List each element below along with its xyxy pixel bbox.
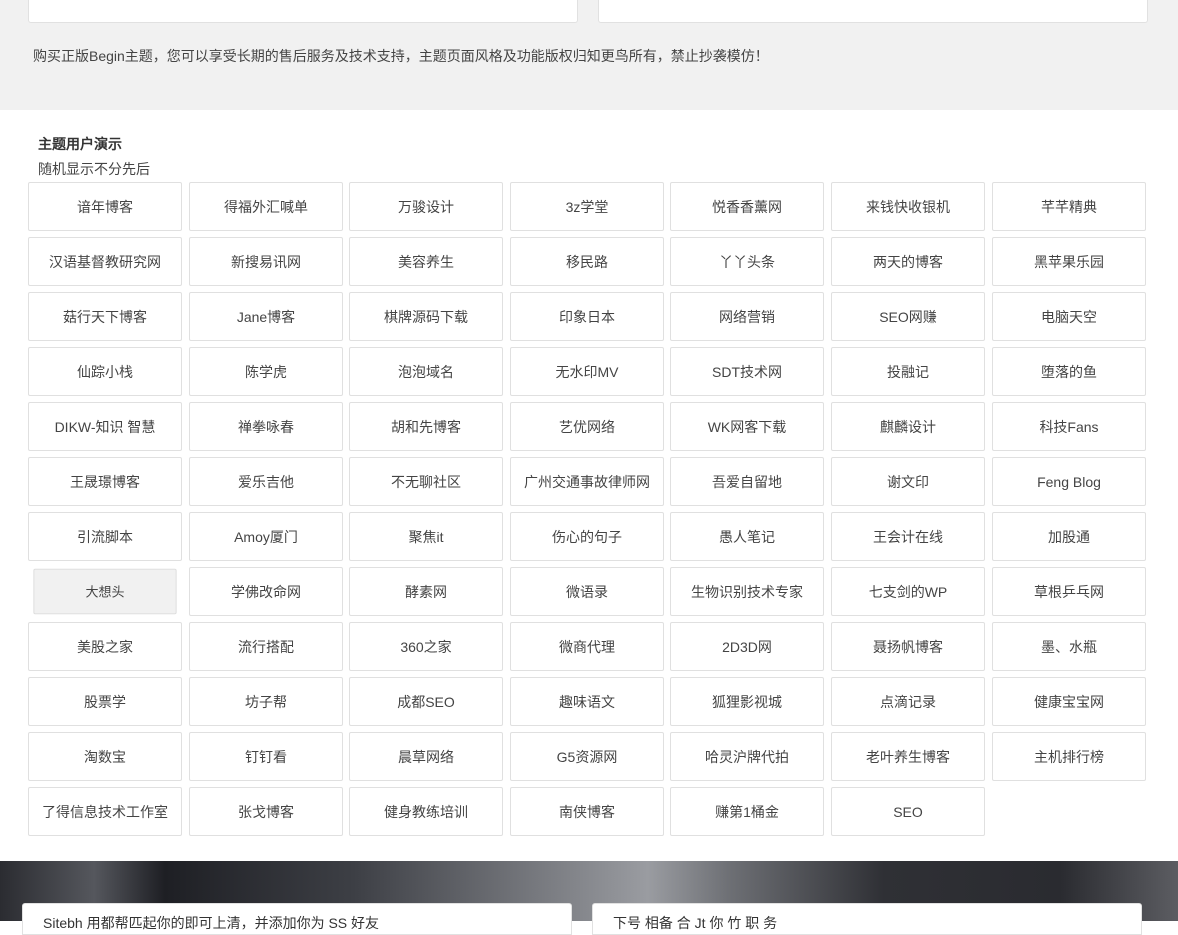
site-link[interactable]: 汉语基督教研究网 [28, 237, 182, 286]
site-link[interactable]: 胡和先博客 [349, 402, 503, 451]
site-link[interactable]: 科技Fans [992, 402, 1146, 451]
site-link[interactable]: 来钱快收银机 [831, 182, 985, 231]
site-link[interactable]: 酵素网 [349, 567, 503, 616]
site-link[interactable]: 丫丫头条 [670, 237, 824, 286]
site-link[interactable]: SEO [831, 787, 985, 836]
site-link[interactable]: 了得信息技术工作室 [28, 787, 182, 836]
bottom-card-right-text: 下号 相备 合 Jt 你 竹 职 务 [613, 915, 778, 931]
site-link[interactable]: 草根乒乓网 [992, 567, 1146, 616]
site-link[interactable]: WK网客下载 [670, 402, 824, 451]
site-link[interactable]: 得福外汇喊单 [189, 182, 343, 231]
site-link[interactable]: 艺优网络 [510, 402, 664, 451]
site-link[interactable]: 狐狸影视城 [670, 677, 824, 726]
purchase-notice-band: 购买正版Begin主题，您可以享受长期的售后服务及技术支持，主题页面风格及功能版… [0, 0, 1178, 110]
site-link[interactable]: 王会计在线 [831, 512, 985, 561]
site-link[interactable]: SDT技术网 [670, 347, 824, 396]
site-link[interactable]: 仙踪小栈 [28, 347, 182, 396]
site-link[interactable]: 淘数宝 [28, 732, 182, 781]
site-link[interactable]: 墨、水瓶 [992, 622, 1146, 671]
site-link[interactable]: 新搜易讯网 [189, 237, 343, 286]
bottom-card-left-text: Sitebh 用都帮匹起你的即可上清，并添加你为 SS 好友 [43, 915, 380, 931]
site-link[interactable]: Feng Blog [992, 457, 1146, 506]
site-link[interactable]: 禅拳咏春 [189, 402, 343, 451]
site-link[interactable]: 健身教练培训 [349, 787, 503, 836]
site-link[interactable]: 吾爱自留地 [670, 457, 824, 506]
feature-card-right [598, 0, 1148, 23]
site-link[interactable]: 广州交通事故律师网 [510, 457, 664, 506]
site-link[interactable]: 哈灵沪牌代拍 [670, 732, 824, 781]
purchase-notice: 购买正版Begin主题，您可以享受长期的售后服务及技术支持，主题页面风格及功能版… [33, 48, 769, 64]
site-link[interactable]: 芊芊精典 [992, 182, 1146, 231]
site-link[interactable]: 南侠博客 [510, 787, 664, 836]
site-link[interactable]: 2D3D网 [670, 622, 824, 671]
site-link[interactable]: 微语录 [510, 567, 664, 616]
site-link[interactable]: 聚焦it [349, 512, 503, 561]
bottom-card-left[interactable]: Sitebh 用都帮匹起你的即可上清，并添加你为 SS 好友 [22, 903, 572, 935]
site-link[interactable]: 微商代理 [510, 622, 664, 671]
site-link[interactable]: 大想头 [33, 568, 177, 615]
site-link[interactable]: 引流脚本 [28, 512, 182, 561]
site-link[interactable]: 点滴记录 [831, 677, 985, 726]
site-link[interactable]: 谢文印 [831, 457, 985, 506]
section-subtitle: 随机显示不分先后 [38, 161, 150, 177]
site-link[interactable]: 主机排行榜 [992, 732, 1146, 781]
site-link[interactable]: 老叶养生博客 [831, 732, 985, 781]
site-link[interactable]: 两天的博客 [831, 237, 985, 286]
site-link[interactable]: 棋牌源码下载 [349, 292, 503, 341]
site-link[interactable]: G5资源网 [510, 732, 664, 781]
site-link[interactable]: 赚第1桶金 [670, 787, 824, 836]
site-link[interactable]: 美容养生 [349, 237, 503, 286]
site-link[interactable]: 泡泡域名 [349, 347, 503, 396]
site-link[interactable]: 堕落的鱼 [992, 347, 1146, 396]
site-link[interactable]: 健康宝宝网 [992, 677, 1146, 726]
site-link[interactable]: 电脑天空 [992, 292, 1146, 341]
site-link[interactable]: 加股通 [992, 512, 1146, 561]
site-link[interactable]: 张戈博客 [189, 787, 343, 836]
site-link[interactable]: 麒麟设计 [831, 402, 985, 451]
site-link[interactable]: 360之家 [349, 622, 503, 671]
site-link[interactable]: 爱乐吉他 [189, 457, 343, 506]
feature-card-left [28, 0, 578, 23]
site-link[interactable]: 陈学虎 [189, 347, 343, 396]
site-link[interactable]: 流行搭配 [189, 622, 343, 671]
site-link[interactable]: Jane博客 [189, 292, 343, 341]
site-link[interactable]: 不无聊社区 [349, 457, 503, 506]
site-link[interactable]: 3z学堂 [510, 182, 664, 231]
site-link[interactable]: 聂扬帆博客 [831, 622, 985, 671]
site-link[interactable]: 谙年博客 [28, 182, 182, 231]
site-link[interactable]: 股票学 [28, 677, 182, 726]
site-link[interactable]: 投融记 [831, 347, 985, 396]
site-link[interactable]: 移民路 [510, 237, 664, 286]
site-link[interactable]: SEO网赚 [831, 292, 985, 341]
site-link[interactable]: 网络营销 [670, 292, 824, 341]
site-link[interactable]: 黑苹果乐园 [992, 237, 1146, 286]
site-link[interactable]: 愚人笔记 [670, 512, 824, 561]
site-link[interactable]: 七支剑的WP [831, 567, 985, 616]
site-link[interactable]: 钉钉看 [189, 732, 343, 781]
site-link[interactable]: 趣味语文 [510, 677, 664, 726]
site-link[interactable]: 成都SEO [349, 677, 503, 726]
site-link[interactable]: 学佛改命网 [189, 567, 343, 616]
site-link[interactable]: 美股之家 [28, 622, 182, 671]
site-link[interactable]: 伤心的句子 [510, 512, 664, 561]
site-link[interactable]: 王晟璟博客 [28, 457, 182, 506]
section-title: 主题用户演示 [38, 136, 122, 152]
site-link[interactable]: 坊子帮 [189, 677, 343, 726]
site-link[interactable]: Amoy厦门 [189, 512, 343, 561]
site-link[interactable]: DIKW-知识 智慧 [28, 402, 182, 451]
site-link[interactable]: 无水印MV [510, 347, 664, 396]
site-link[interactable]: 菇行天下博客 [28, 292, 182, 341]
site-link[interactable]: 万骏设计 [349, 182, 503, 231]
site-link[interactable]: 生物识别技术专家 [670, 567, 824, 616]
site-link[interactable]: 印象日本 [510, 292, 664, 341]
site-link[interactable]: 晨草网络 [349, 732, 503, 781]
site-link[interactable]: 悦香香薰网 [670, 182, 824, 231]
bottom-card-right[interactable]: 下号 相备 合 Jt 你 竹 职 务 [592, 903, 1142, 935]
